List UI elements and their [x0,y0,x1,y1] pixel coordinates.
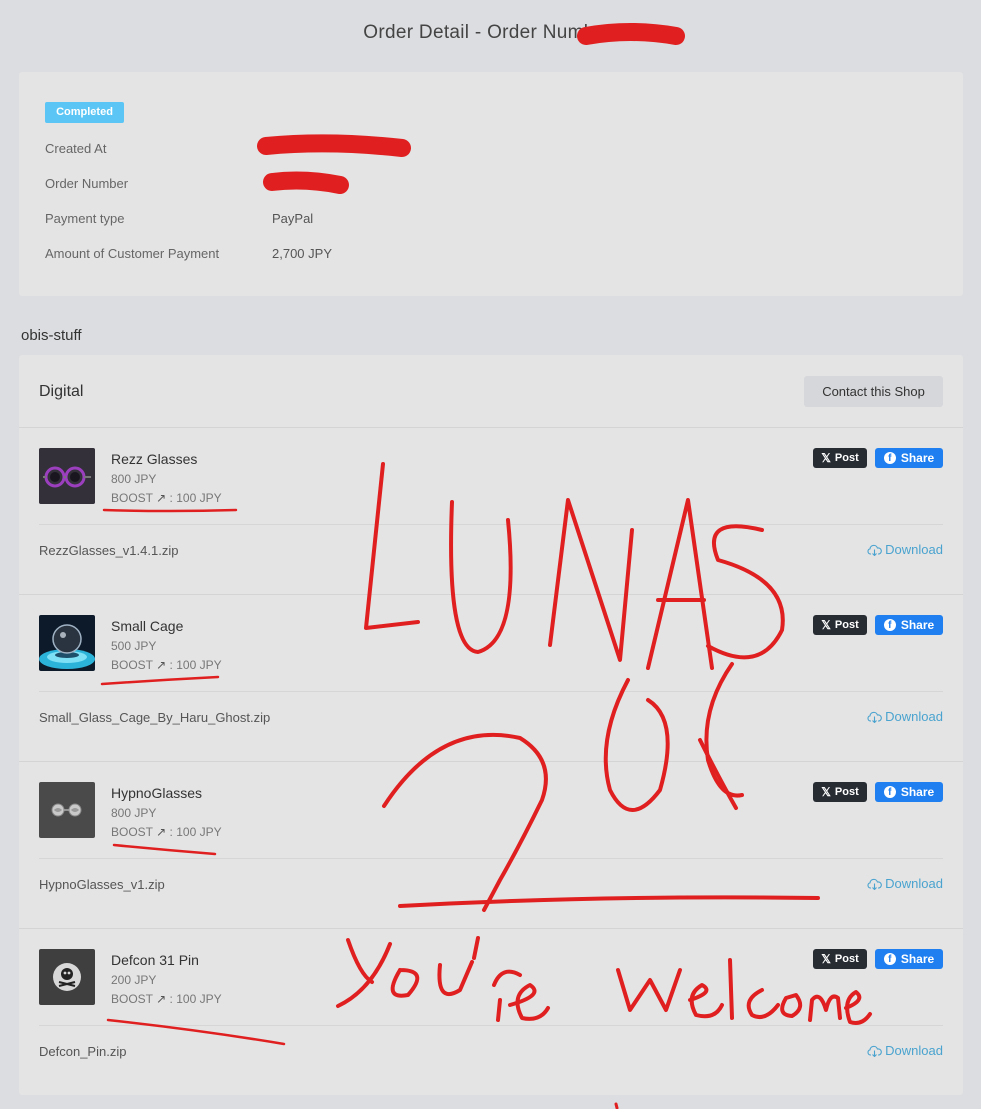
post-label: Post [834,786,859,798]
divider [39,691,943,692]
x-post-button[interactable]: 𝕏 Post [813,615,867,635]
download-label: Download [885,709,943,724]
section-title: Digital [39,383,84,400]
payment-type-value: PayPal [272,211,314,226]
page-title: Order Detail - Order Number: [0,22,981,44]
x-logo-icon: 𝕏 [821,952,831,966]
download-label: Download [885,1043,943,1058]
boost-value: 100 JPY [176,658,222,672]
product-item: HypnoGlasses 800 JPY BOOST ↗ : 100 JPY 𝕏… [19,762,963,929]
cloud-download-icon [867,544,883,556]
post-label: Post [834,953,859,965]
divider [39,1025,943,1026]
file-name: RezzGlasses_v1.4.1.zip [39,543,179,558]
boost-label: BOOST [111,992,153,1006]
product-thumbnail[interactable] [39,782,95,838]
facebook-share-button[interactable]: f Share [875,448,943,468]
share-label: Share [900,952,935,966]
boost-label: BOOST [111,491,153,505]
facebook-share-button[interactable]: f Share [875,949,943,969]
facebook-icon: f [883,953,896,965]
boost-value: 100 JPY [176,992,222,1006]
x-logo-icon: 𝕏 [821,451,831,465]
cloud-download-icon [867,1045,883,1057]
arrow-up-right-icon: ↗ [156,992,167,1006]
product-price: 800 JPY [111,806,157,820]
x-post-button[interactable]: 𝕏 Post [813,448,867,468]
product-thumbnail[interactable] [39,615,95,671]
boost-label: BOOST [111,658,153,672]
boost-info[interactable]: BOOST ↗ : 100 JPY [111,825,222,839]
product-thumbnail[interactable] [39,448,95,504]
file-name: HypnoGlasses_v1.zip [39,877,165,892]
post-label: Post [834,619,859,631]
product-item: Defcon 31 Pin 200 JPY BOOST ↗ : 100 JPY … [19,929,963,1096]
product-price: 200 JPY [111,973,157,987]
boost-value: 100 JPY [176,491,222,505]
divider [39,524,943,525]
facebook-icon: f [883,786,896,798]
product-name[interactable]: HypnoGlasses [111,785,202,801]
boost-info[interactable]: BOOST ↗ : 100 JPY [111,658,222,672]
download-link[interactable]: Download [867,542,943,557]
payment-type-label: Payment type [45,211,125,226]
x-post-button[interactable]: 𝕏 Post [813,949,867,969]
share-label: Share [900,618,935,632]
facebook-icon: f [883,452,896,464]
cloud-download-icon [867,711,883,723]
x-logo-icon: 𝕏 [821,618,831,632]
download-label: Download [885,876,943,891]
product-name[interactable]: Small Cage [111,618,183,634]
boost-info[interactable]: BOOST ↗ : 100 JPY [111,992,222,1006]
arrow-up-right-icon: ↗ [156,825,167,839]
product-name[interactable]: Rezz Glasses [111,451,197,467]
shop-order-card: Digital Contact this Shop Rezz Glasses 8… [19,355,963,1095]
status-badge: Completed [45,102,124,123]
cloud-download-icon [867,878,883,890]
share-label: Share [900,451,935,465]
amount-value: 2,700 JPY [272,246,332,261]
order-summary-card: Completed Created At Order Number Paymen… [19,72,963,296]
product-name[interactable]: Defcon 31 Pin [111,952,199,968]
product-price: 800 JPY [111,472,157,486]
order-number-label: Order Number [45,176,129,191]
file-name: Small_Glass_Cage_By_Haru_Ghost.zip [39,710,271,725]
contact-shop-button[interactable]: Contact this Shop [804,376,943,407]
product-item: Small Cage 500 JPY BOOST ↗ : 100 JPY 𝕏 P… [19,595,963,762]
product-price: 500 JPY [111,639,157,653]
boost-label: BOOST [111,825,153,839]
product-item: Rezz Glasses 800 JPY BOOST ↗ : 100 JPY 𝕏… [19,428,963,595]
x-post-button[interactable]: 𝕏 Post [813,782,867,802]
arrow-up-right-icon: ↗ [156,491,167,505]
boost-value: 100 JPY [176,825,222,839]
product-thumbnail[interactable] [39,949,95,1005]
post-label: Post [834,452,859,464]
shop-name[interactable]: obis-stuff [21,327,82,344]
facebook-share-button[interactable]: f Share [875,615,943,635]
x-logo-icon: 𝕏 [821,785,831,799]
facebook-icon: f [883,619,896,631]
download-label: Download [885,542,943,557]
divider [39,858,943,859]
created-at-label: Created At [45,141,107,156]
facebook-share-button[interactable]: f Share [875,782,943,802]
download-link[interactable]: Download [867,876,943,891]
file-name: Defcon_Pin.zip [39,1044,127,1059]
download-link[interactable]: Download [867,709,943,724]
download-link[interactable]: Download [867,1043,943,1058]
page-title-text: Order Detail - Order Number: [363,22,618,43]
boost-info[interactable]: BOOST ↗ : 100 JPY [111,491,222,505]
share-label: Share [900,785,935,799]
amount-label: Amount of Customer Payment [45,246,220,261]
arrow-up-right-icon: ↗ [156,658,167,672]
